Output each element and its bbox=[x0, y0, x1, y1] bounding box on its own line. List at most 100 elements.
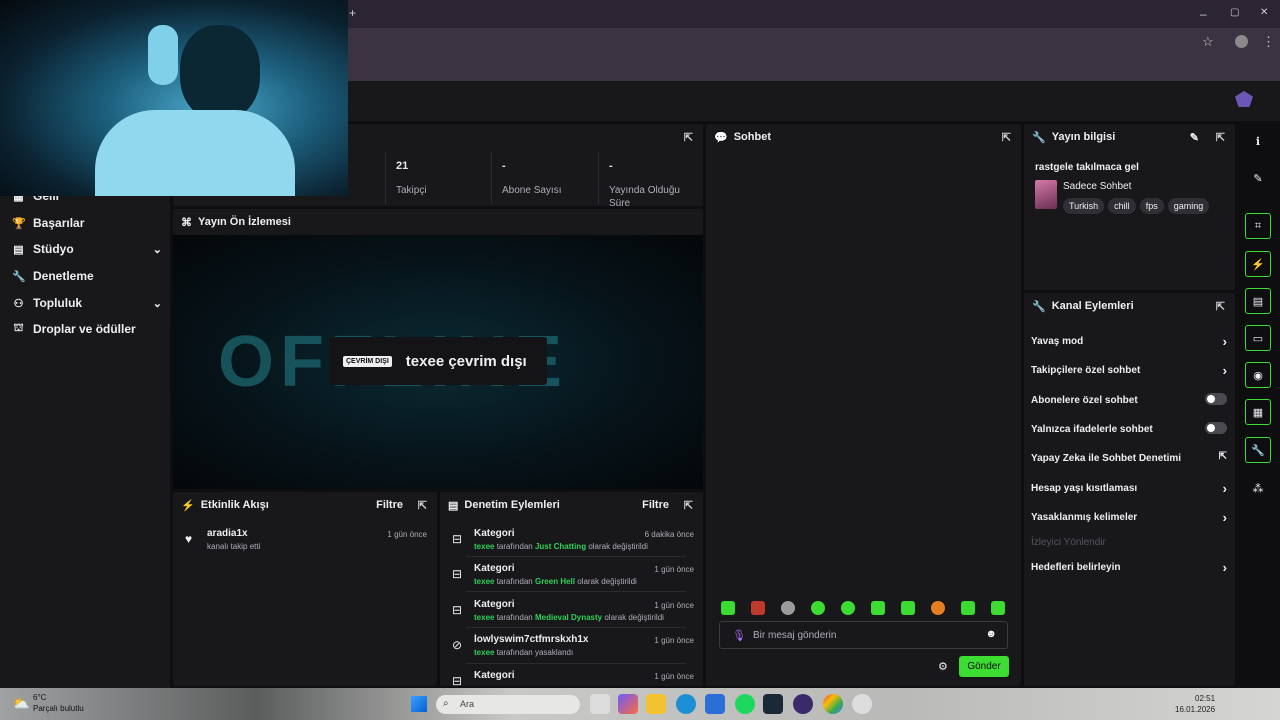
broadcast-icon[interactable]: ◉ bbox=[1245, 362, 1271, 388]
info-icon[interactable]: ℹ bbox=[1245, 128, 1271, 154]
copilot-icon[interactable] bbox=[618, 694, 638, 714]
webcam-overlay bbox=[0, 0, 348, 196]
weather-icon: ⛅ bbox=[12, 695, 30, 711]
person-head bbox=[180, 25, 260, 120]
chat-input[interactable]: 🎙 Bir mesaj gönderin ☻ bbox=[719, 621, 1008, 649]
clock-time: 02:51 bbox=[1195, 694, 1216, 703]
action-raid: İzleyici Yönlendir bbox=[1031, 537, 1106, 548]
offline-message: texee çevrim dışı bbox=[405, 352, 527, 370]
edit-pencil-icon[interactable]: ✎ bbox=[1245, 165, 1271, 191]
windows-start-icon[interactable] bbox=[411, 696, 427, 712]
action-account-age[interactable]: Hesap yaşı kısıtlaması › bbox=[1031, 481, 1227, 496]
stream-category[interactable]: Sadece Sohbet bbox=[1063, 181, 1131, 192]
popout-icon[interactable]: ⇱ bbox=[1216, 131, 1225, 144]
tag[interactable]: chill bbox=[1108, 198, 1136, 214]
category-icon: ⊟ bbox=[452, 603, 463, 617]
mod-filter-button[interactable]: Filtre bbox=[642, 499, 669, 511]
category-thumbnail bbox=[1035, 180, 1057, 209]
restore-button[interactable]: ▢ bbox=[1230, 7, 1239, 18]
chrome-icon[interactable] bbox=[823, 694, 843, 714]
offline-card: ÇEVRİM DIŞI texee çevrim dışı bbox=[329, 337, 547, 385]
minimize-button[interactable]: – bbox=[1200, 7, 1207, 21]
emoji-icon[interactable]: ☻ bbox=[985, 628, 997, 640]
tag[interactable]: Turkish bbox=[1063, 198, 1105, 214]
gift-icon: ⛫ bbox=[13, 322, 24, 334]
action-ai-moderation[interactable]: Yapay Zeka ile Sohbet Denetimi ⇱ bbox=[1031, 451, 1227, 464]
popout-icon[interactable]: ⇱ bbox=[684, 131, 693, 144]
emote-icon[interactable] bbox=[871, 601, 885, 615]
sidebar-item-achievements[interactable]: 🏆 Başarılar bbox=[12, 216, 162, 230]
chat-bubble-icon[interactable]: ▭ bbox=[1245, 325, 1271, 351]
sidebar-item-community[interactable]: ⚇ Topluluk ⌄ bbox=[12, 296, 162, 310]
task-view-icon[interactable] bbox=[590, 694, 610, 714]
popout-icon[interactable]: ⇱ bbox=[1002, 131, 1011, 144]
weather-temp: 6°C bbox=[33, 693, 47, 702]
emote-icon[interactable] bbox=[931, 601, 945, 615]
wrench-icon: 🔧 bbox=[12, 270, 26, 283]
spotify-icon[interactable] bbox=[735, 694, 755, 714]
action-followers-only[interactable]: Takipçilere özel sohbet › bbox=[1031, 363, 1227, 378]
store-icon[interactable] bbox=[705, 694, 725, 714]
wrench-icon[interactable]: 🔧 bbox=[1245, 437, 1271, 463]
chat-settings-icon[interactable]: ⚙ bbox=[938, 660, 948, 673]
emote-icon[interactable] bbox=[751, 601, 765, 615]
popout-icon[interactable]: ⇱ bbox=[1216, 300, 1225, 313]
emote-icon[interactable] bbox=[721, 601, 735, 615]
activity-filter-button[interactable]: Filtre bbox=[376, 499, 403, 511]
emote-icon[interactable] bbox=[781, 601, 795, 615]
category-icon: ⊟ bbox=[452, 567, 463, 581]
tag[interactable]: fps bbox=[1139, 198, 1164, 214]
popout-icon[interactable]: ⇱ bbox=[684, 499, 693, 512]
sidebar-item-moderation[interactable]: 🔧 Denetleme bbox=[12, 269, 162, 283]
heart-icon: ♥ bbox=[185, 532, 193, 546]
bolt-icon[interactable]: ⚡ bbox=[1245, 251, 1271, 277]
search-icon: ⌕ bbox=[443, 698, 449, 709]
action-set-goals[interactable]: Hedefleri belirleyin › bbox=[1031, 560, 1227, 575]
layout-icon[interactable]: ▦ bbox=[1245, 399, 1271, 425]
action-blocked-terms[interactable]: Yasaklanmış kelimeler › bbox=[1031, 510, 1227, 525]
send-button[interactable]: Gönder bbox=[959, 656, 1009, 677]
action-emote-only[interactable]: Yalnızca ifadelerle sohbet bbox=[1031, 422, 1227, 435]
new-tab-button[interactable]: + bbox=[349, 6, 356, 20]
external-link-icon: ⇱ bbox=[1218, 451, 1227, 462]
microphone-icon[interactable]: 🎙 bbox=[732, 629, 746, 642]
emote-icon[interactable] bbox=[961, 601, 975, 615]
emote-icon[interactable] bbox=[841, 601, 855, 615]
emote-icon[interactable] bbox=[991, 601, 1005, 615]
offline-badge: ÇEVRİM DIŞI bbox=[343, 355, 392, 367]
action-subscribers-only[interactable]: Abonelere özel sohbet bbox=[1031, 393, 1227, 406]
steam-icon[interactable] bbox=[763, 694, 783, 714]
chevron-right-icon: › bbox=[1222, 560, 1227, 575]
browser-menu-icon[interactable]: ⋮ bbox=[1262, 34, 1275, 50]
file-explorer-icon[interactable] bbox=[646, 694, 666, 714]
subscribers-only-toggle[interactable] bbox=[1205, 393, 1227, 405]
edge-icon[interactable] bbox=[676, 694, 696, 714]
emote-icon[interactable] bbox=[811, 601, 825, 615]
category-icon: ⊟ bbox=[452, 532, 463, 546]
profile-avatar[interactable] bbox=[1235, 35, 1248, 48]
app-icon[interactable] bbox=[793, 694, 813, 714]
user-avatar-icon[interactable] bbox=[1235, 91, 1253, 107]
edit-pencil-icon[interactable]: ✎ bbox=[1190, 131, 1199, 144]
windows-taskbar: ⛅ 6°C Parçalı bulutlu 02:51 16.01.2026 bbox=[0, 688, 1280, 720]
clip-icon[interactable]: ⌗ bbox=[1245, 213, 1271, 239]
emote-only-toggle[interactable] bbox=[1205, 422, 1227, 434]
sidebar-item-studio[interactable]: ▤ Stüdyo ⌄ bbox=[12, 242, 162, 256]
popout-icon[interactable]: ⇱ bbox=[418, 499, 427, 512]
tag[interactable]: gaming bbox=[1167, 198, 1210, 214]
taskbar-search[interactable]: ⌕ Ara bbox=[436, 695, 580, 714]
sidebar-item-drops[interactable]: ⛫ Droplar ve ödüller bbox=[12, 322, 162, 336]
app-icon[interactable] bbox=[852, 694, 872, 714]
emote-icon[interactable] bbox=[901, 601, 915, 615]
chevron-right-icon: › bbox=[1222, 510, 1227, 525]
stream-title: rastgele takılmaca gel bbox=[1035, 162, 1139, 173]
headphones bbox=[148, 25, 178, 85]
document-icon[interactable]: ▤ bbox=[1245, 288, 1271, 314]
stat-subscribers: - Abone Sayısı bbox=[491, 152, 592, 204]
bookmark-star-icon[interactable]: ☆ bbox=[1202, 34, 1214, 50]
address-bar[interactable] bbox=[350, 31, 1230, 53]
action-slow-mode[interactable]: Yavaş mod › bbox=[1031, 334, 1227, 349]
stream-preview[interactable]: OFFLINE ÇEVRİM DIŞI texee çevrim dışı bbox=[173, 235, 703, 489]
close-button[interactable]: ✕ bbox=[1260, 7, 1268, 18]
add-action-icon[interactable]: ⁂ bbox=[1245, 475, 1271, 501]
